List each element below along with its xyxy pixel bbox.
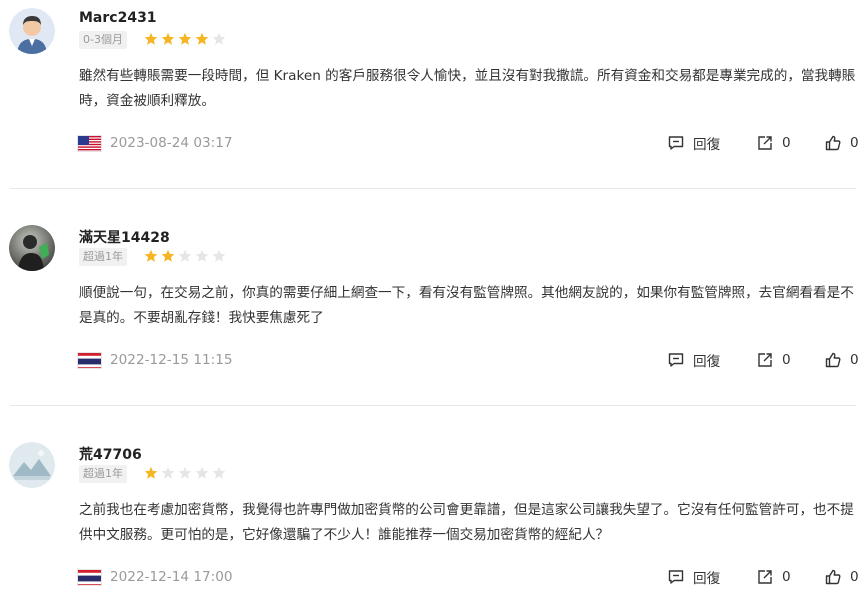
star-filled-icon — [144, 466, 158, 480]
star-empty-icon — [178, 249, 192, 263]
like-count: 0 — [850, 569, 859, 585]
comment-icon — [667, 134, 685, 152]
star-filled-icon — [144, 249, 158, 263]
review-date: 2023-08-24 03:17 — [110, 135, 233, 151]
star-filled-icon — [161, 32, 175, 46]
review-footer: 2022-12-15 11:15 回復 0 0 — [77, 349, 862, 370]
review-footer: 2022-12-14 17:00 回復 0 0 — [77, 566, 862, 587]
star-filled-icon — [178, 32, 192, 46]
reply-label: 回復 — [693, 137, 721, 153]
reply-label: 回復 — [693, 571, 721, 587]
star-empty-icon — [195, 249, 209, 263]
landscape-avatar-icon[interactable] — [9, 442, 55, 488]
star-filled-icon — [144, 32, 158, 46]
username[interactable]: Marc2431 — [79, 10, 157, 26]
share-button[interactable]: 0 — [756, 567, 791, 587]
divider — [10, 188, 856, 189]
like-count: 0 — [850, 352, 859, 368]
review-text: 順便說一句，在交易之前，你真的需要仔細上網查一下，看有沒有監管牌照。其他網友說的… — [79, 285, 854, 326]
like-count: 0 — [850, 135, 859, 151]
tenure-badge: 超過1年 — [79, 465, 127, 483]
username[interactable]: 滿天星14428 — [79, 227, 170, 247]
tenure-badge: 0-3個月 — [79, 31, 127, 49]
tenure-badge: 超過1年 — [79, 248, 127, 266]
share-count: 0 — [782, 352, 791, 368]
review-date: 2022-12-15 11:15 — [110, 352, 233, 368]
reply-button[interactable]: 回復 — [667, 133, 720, 153]
review-text: 之前我也在考慮加密貨幣，我覺得也許專門做加密貨幣的公司會更靠譜，但是這家公司讓我… — [79, 502, 854, 543]
share-count: 0 — [782, 135, 791, 151]
review-card: 荒47706 超過1年 之前我也在考慮加密貨幣，我覺得也許專門做加密貨幣的公司會… — [0, 434, 866, 613]
us-flag-icon — [77, 135, 102, 152]
star-filled-icon — [161, 249, 175, 263]
thumbs-up-icon — [824, 134, 842, 152]
thailand-flag-icon — [77, 352, 102, 369]
divider — [10, 405, 856, 406]
thumbs-up-icon — [824, 568, 842, 586]
share-count: 0 — [782, 569, 791, 585]
review-date: 2022-12-14 17:00 — [110, 569, 233, 585]
star-rating — [144, 464, 229, 482]
star-empty-icon — [212, 32, 226, 46]
thailand-flag-icon — [77, 569, 102, 586]
person-avatar-icon[interactable] — [9, 8, 55, 54]
comment-icon — [667, 568, 685, 586]
star-rating — [144, 30, 229, 48]
like-button[interactable]: 0 — [824, 350, 859, 370]
share-icon — [756, 134, 774, 152]
star-empty-icon — [178, 466, 192, 480]
star-filled-icon — [195, 32, 209, 46]
comment-icon — [667, 351, 685, 369]
like-button[interactable]: 0 — [824, 567, 859, 587]
reply-button[interactable]: 回復 — [667, 567, 720, 587]
review-text: 雖然有些轉賬需要一段時間，但 Kraken 的客戶服務很令人愉快，並且沒有對我撒… — [79, 68, 856, 109]
photo-avatar-icon[interactable] — [9, 225, 55, 271]
review-card: Marc2431 0-3個月 雖然有些轉賬需要一段時間，但 Kraken 的客戶… — [0, 0, 866, 188]
share-button[interactable]: 0 — [756, 350, 791, 370]
star-empty-icon — [195, 466, 209, 480]
thumbs-up-icon — [824, 351, 842, 369]
share-icon — [756, 568, 774, 586]
username[interactable]: 荒47706 — [79, 444, 142, 464]
share-button[interactable]: 0 — [756, 133, 791, 153]
star-empty-icon — [212, 466, 226, 480]
share-icon — [756, 351, 774, 369]
like-button[interactable]: 0 — [824, 133, 859, 153]
review-card: 滿天星14428 超過1年 順便說一句，在交易之前，你真的需要仔細上網查一下，看… — [0, 217, 866, 405]
star-empty-icon — [212, 249, 226, 263]
star-empty-icon — [161, 466, 175, 480]
review-footer: 2023-08-24 03:17 回復 0 0 — [77, 132, 862, 153]
reply-button[interactable]: 回復 — [667, 350, 720, 370]
star-rating — [144, 247, 229, 265]
reply-label: 回復 — [693, 354, 721, 370]
